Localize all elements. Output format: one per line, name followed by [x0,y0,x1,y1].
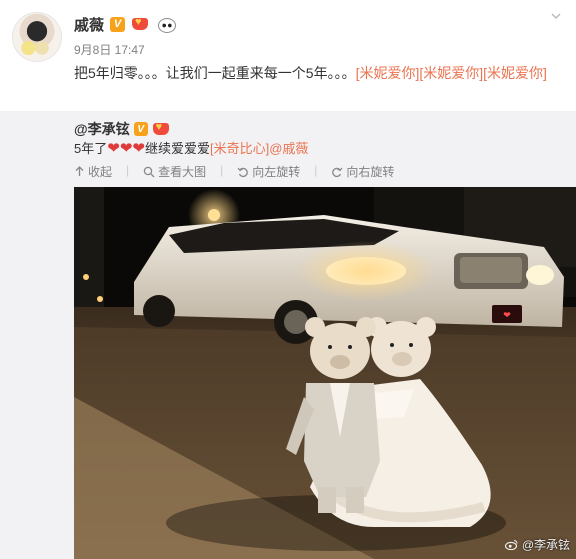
crown-badge-icon[interactable] [152,121,172,137]
chevron-down-icon[interactable] [550,10,562,22]
post-text: 把5年归零。。。让我们一起重来每一个5年。。。[米妮爱你][米妮爱你][米妮爱你… [74,62,564,84]
image-toolbar: 收起 | 查看大图 | 向左旋转 | 向右旋转 [74,163,394,180]
rotate-right-button[interactable]: 向右旋转 [331,163,394,180]
svg-text:❤: ❤ [503,311,511,321]
heart-icon: ❤ [119,140,133,157]
rotate-right-icon [332,167,343,177]
search-icon [143,166,155,177]
photo-watermark: @李承铉 [505,536,570,553]
repost-emoji-text: [米奇比心] [209,141,270,156]
post-photo[interactable]: ❤ @李承铉 [74,187,576,559]
mention-link[interactable]: @戚薇 [269,139,308,159]
rotate-left-label: 向左旋转 [252,165,301,179]
toolbar-divider: | [126,163,130,177]
repost-header: @李承铉 V [74,119,172,139]
collapse-button[interactable]: 收起 [74,163,112,180]
heart-icon: ❤ [107,140,120,157]
post-text-body: 把5年归零。。。让我们一起重来每一个5年。。。 [74,65,356,81]
author-name[interactable]: 戚薇 [74,14,104,35]
rotate-left-button[interactable]: 向左旋转 [237,163,300,180]
photo-limousine-teddy-bears: ❤ [74,187,576,559]
crown-badge-icon[interactable] [131,16,151,32]
repost-text-prefix: 5年了 [74,141,108,156]
verified-badge-icon[interactable]: V [110,16,126,32]
repost-container: @李承铉 V 5年了 ❤ ❤ ❤ 继续爱爱爱 [米奇比心] @戚薇 收起 | 查… [0,111,576,559]
toolbar-divider: | [220,163,224,177]
repost-text: 5年了 ❤ ❤ ❤ 继续爱爱爱 [米奇比心] @戚薇 [74,139,308,159]
watermark-text: @李承铉 [521,538,570,552]
avatar[interactable] [12,12,62,62]
toolbar-divider: | [314,163,318,177]
rotate-right-label: 向右旋转 [346,165,395,179]
post-timestamp[interactable]: 9月8日 17:47 [74,41,145,58]
weibo-post: 戚薇 V 9月8日 17:47 把5年归零。。。让我们一起重来每一个5年。。。[… [0,0,576,559]
view-large-label: 查看大图 [158,165,207,179]
collapse-label: 收起 [88,165,113,179]
post-emoji-text: [米妮爱你][米妮爱你][米妮爱你] [355,65,547,81]
view-large-button[interactable]: 查看大图 [143,163,206,180]
author-row: 戚薇 V [74,14,177,35]
repost-author[interactable]: @李承铉 [74,119,130,139]
heart-icon: ❤ [132,140,145,157]
panda-badge-icon[interactable] [157,16,177,33]
repost-text-middle: 继续爱爱爱 [144,141,210,156]
rotate-left-icon [237,167,249,177]
weibo-logo-icon [505,540,518,551]
collapse-arrow-icon [75,166,84,176]
verified-badge-icon[interactable]: V [133,122,148,136]
